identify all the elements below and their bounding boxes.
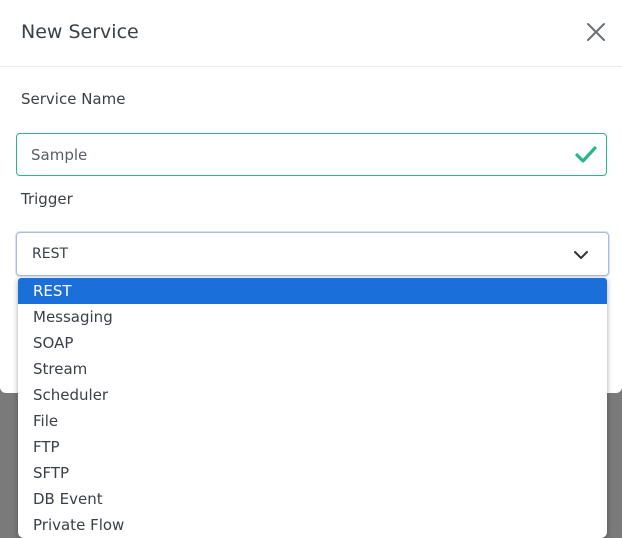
- trigger-option-file[interactable]: File: [18, 408, 607, 434]
- trigger-option-soap[interactable]: SOAP: [18, 330, 607, 356]
- trigger-option-rest[interactable]: REST: [18, 278, 607, 304]
- trigger-option-ftp[interactable]: FTP: [18, 434, 607, 460]
- trigger-select[interactable]: REST: [16, 232, 609, 276]
- trigger-option-db-event[interactable]: DB Event: [18, 486, 607, 512]
- trigger-option-stream[interactable]: Stream: [18, 356, 607, 382]
- modal-title: New Service: [21, 21, 139, 43]
- service-name-label: Service Name: [21, 90, 126, 108]
- service-name-input[interactable]: [17, 134, 557, 175]
- service-name-field[interactable]: [16, 133, 607, 176]
- chevron-down-icon: [574, 251, 588, 259]
- trigger-option-messaging[interactable]: Messaging: [18, 304, 607, 330]
- trigger-selected-value: REST: [32, 246, 69, 262]
- trigger-options-list: REST Messaging SOAP Stream Scheduler Fil…: [18, 278, 607, 538]
- checkmark-icon: [575, 146, 597, 163]
- trigger-label: Trigger: [21, 190, 73, 208]
- trigger-option-scheduler[interactable]: Scheduler: [18, 382, 607, 408]
- modal-header: New Service: [0, 0, 622, 67]
- trigger-option-sftp[interactable]: SFTP: [18, 460, 607, 486]
- close-icon: [587, 23, 605, 41]
- close-button[interactable]: [584, 20, 608, 44]
- trigger-option-private-flow[interactable]: Private Flow: [18, 512, 607, 538]
